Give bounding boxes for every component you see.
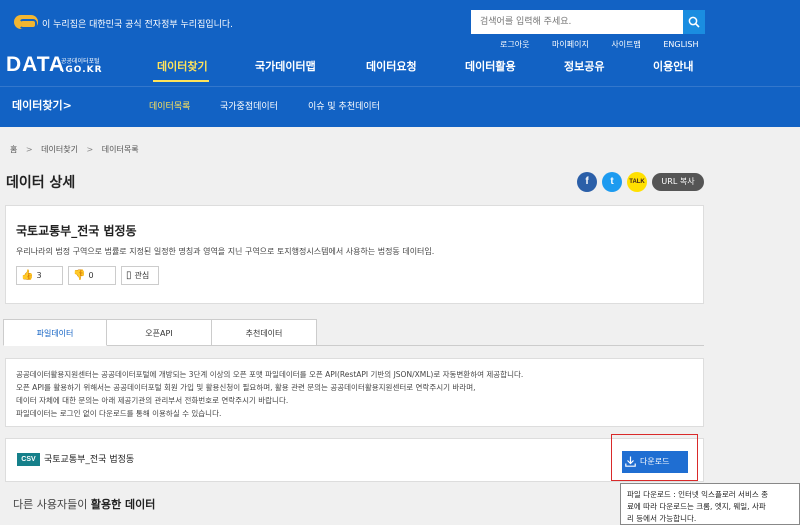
government-logo-icon [14,15,38,29]
header-divider [0,86,800,87]
tab-open-api[interactable]: 오픈API [107,319,212,346]
subnav-national-key-data[interactable]: 국가중점데이터 [220,99,278,112]
nav-info-share[interactable]: 정보공유 [564,58,604,74]
tooltip-line: 파일 다운로드 : 인터넷 익스플로러 서비스 종 [627,490,769,499]
site-logo-domain: .GO.KR [61,65,103,75]
gov-notice: 이 누리집은 대한민국 공식 전자정부 누리집입니다. [42,20,234,30]
page-title: 데이터 상세 [6,175,76,191]
dislike-button[interactable]: 👎 0 [68,266,116,285]
tooltip-line: 료에 따라 다운로드는 크롬, 엣지, 웨일, 사파 [627,502,766,511]
file-format-badge: CSV [17,453,40,466]
breadcrumb-home[interactable]: 홈 [10,145,17,154]
info-line: 공공데이터활용지원센터는 공공데이터포털에 개방되는 3단계 이상의 오픈 포맷… [16,370,524,379]
favorite-label: 관심 [134,271,150,280]
nav-data-request[interactable]: 데이터요청 [366,58,417,74]
bookmark-icon: ▯ [126,270,132,281]
breadcrumb: 홈 > 데이터찾기 > 데이터목록 [10,144,139,155]
download-button[interactable]: 다운로드 [622,451,688,473]
like-button[interactable]: 👍 3 [16,266,63,285]
download-label: 다운로드 [640,457,670,466]
logout-link[interactable]: 로그아웃 [500,39,529,50]
related-data-heading: 다른 사용자들이 활용한 데이터 [13,496,155,512]
thumbs-up-icon: 👍 [21,270,34,281]
mypage-link[interactable]: 마이페이지 [552,39,589,50]
site-logo[interactable]: DATA [6,53,65,77]
tabs-divider [317,345,704,346]
info-line: 오픈 API를 활용하기 위해서는 공공데이터포털 회원 가입 및 활용신청이 … [16,383,476,392]
download-icon [625,456,636,467]
info-line: 데이터 자체에 대한 문의는 아래 제공기관의 관리부서 전화번호로 연락주시기… [16,396,289,405]
tab-recommended-data[interactable]: 추천데이터 [212,319,317,346]
url-copy-button[interactable]: URL 복사 [652,173,704,191]
nav-data-search[interactable]: 데이터찾기 [157,58,208,74]
tab-file-data[interactable]: 파일데이터 [3,319,107,346]
search-button[interactable] [683,10,705,34]
favorite-button[interactable]: ▯ 관심 [121,266,159,285]
dislike-count: 0 [88,271,94,280]
thumbs-down-icon: 👎 [73,270,86,281]
like-count: 3 [36,271,42,280]
sitemap-link[interactable]: 사이트맵 [611,39,640,50]
nav-active-indicator [153,80,209,82]
dataset-detail-card: 국토교통부_전국 법정동 우리나라의 법정 구역으로 법률로 지정된 일정한 명… [5,205,704,304]
info-line: 파일데이터는 로그인 없이 다운로드를 통해 이용하실 수 있습니다. [16,409,222,418]
english-link[interactable]: ENGLISH [663,40,698,49]
nav-data-usage[interactable]: 데이터활용 [465,58,516,74]
breadcrumb-data-search[interactable]: 데이터찾기 [41,145,78,154]
dataset-title: 국토교통부_전국 법정동 [16,224,137,238]
search-icon [688,16,700,28]
section-title: 데이터찾기> [12,97,72,113]
search-input[interactable] [471,10,683,34]
nav-usage-guide[interactable]: 이용안내 [653,58,693,74]
kakaotalk-share-icon[interactable]: TALK [627,172,647,192]
dataset-description: 우리나라의 법정 구역으로 법률로 지정된 일정한 명칭과 영역을 지닌 구역으… [16,247,435,256]
breadcrumb-separator-icon: > [25,145,33,154]
breadcrumb-data-list[interactable]: 데이터목록 [102,145,139,154]
subnav-data-list[interactable]: 데이터목록 [149,99,190,112]
facebook-share-icon[interactable]: f [577,172,597,192]
utility-links: 로그아웃 마이페이지 사이트맵 ENGLISH [500,39,699,50]
site-header: 이 누리집은 대한민국 공식 전자정부 누리집입니다. 로그아웃 마이페이지 사… [0,0,800,127]
related-emphasis: 활용한 데이터 [90,498,156,511]
related-prefix: 다른 사용자들이 [13,498,91,511]
nav-national-data-map[interactable]: 국가데이터맵 [255,58,316,74]
tooltip-line: 리 등에서 가능합니다. [627,514,697,523]
info-notice-box: 공공데이터활용지원센터는 공공데이터포털에 개방되는 3단계 이상의 오픈 포맷… [5,358,704,427]
subnav-issue-recommended[interactable]: 이슈 및 추천데이터 [308,99,380,112]
twitter-share-icon[interactable]: t [602,172,622,192]
breadcrumb-separator-icon: > [86,145,94,154]
file-name: 국토교통부_전국 법정동 [44,455,135,465]
download-tooltip: 파일 다운로드 : 인터넷 익스플로러 서비스 종 료에 따라 다운로드는 크롬… [620,483,800,525]
chevron-right-icon: > [62,99,72,112]
section-title-text: 데이터찾기 [12,99,63,112]
site-logo-subtitle: 공공데이터포털 [61,58,100,65]
file-data-row: CSV 국토교통부_전국 법정동 [5,438,704,482]
